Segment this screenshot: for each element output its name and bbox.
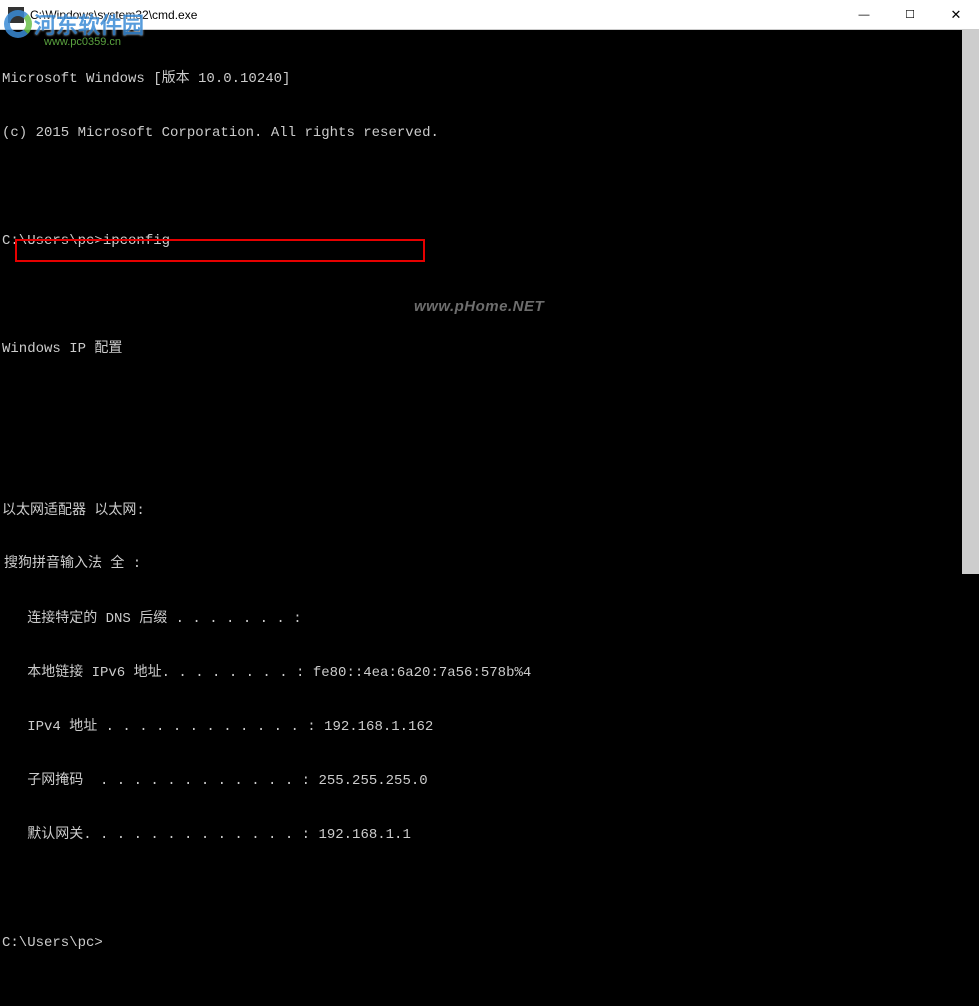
terminal-line: Microsoft Windows [版本 10.0.10240]: [2, 70, 977, 88]
terminal-line: (c) 2015 Microsoft Corporation. All righ…: [2, 124, 977, 142]
terminal-line: 本地链接 IPv6 地址. . . . . . . . : fe80::4ea:…: [2, 664, 977, 682]
terminal-line: 子网掩码 . . . . . . . . . . . . : 255.255.2…: [2, 772, 977, 790]
close-button[interactable]: ✕: [933, 0, 979, 30]
terminal-line: [2, 286, 977, 304]
window-titlebar: C:\Windows\system32\cmd.exe — ☐ ✕: [0, 0, 979, 30]
maximize-button[interactable]: ☐: [887, 0, 933, 30]
terminal-line: C:\Users\pc>: [2, 934, 977, 952]
scrollbar-thumb[interactable]: [962, 30, 979, 574]
cmd-icon: [8, 7, 24, 23]
terminal-line: Windows IP 配置: [2, 340, 977, 358]
terminal-line: IPv4 地址 . . . . . . . . . . . . : 192.16…: [2, 718, 977, 736]
terminal-line: [2, 178, 977, 196]
vertical-scrollbar[interactable]: [962, 30, 979, 574]
terminal-line: C:\Users\pc>ipconfig: [2, 232, 977, 250]
terminal-line: [2, 394, 977, 412]
terminal-line: [2, 448, 977, 466]
terminal-line: 连接特定的 DNS 后缀 . . . . . . . :: [2, 610, 977, 628]
terminal-output[interactable]: Microsoft Windows [版本 10.0.10240] (c) 20…: [0, 30, 979, 554]
terminal-line: [2, 880, 977, 898]
terminal-line: [2, 556, 977, 574]
minimize-button[interactable]: —: [841, 0, 887, 30]
terminal-line: 默认网关. . . . . . . . . . . . . : 192.168.…: [2, 826, 977, 844]
ime-status-bar: 搜狗拼音输入法 全 :: [0, 550, 145, 574]
window-title: C:\Windows\system32\cmd.exe: [30, 8, 841, 22]
terminal-line: 以太网适配器 以太网:: [2, 502, 977, 520]
